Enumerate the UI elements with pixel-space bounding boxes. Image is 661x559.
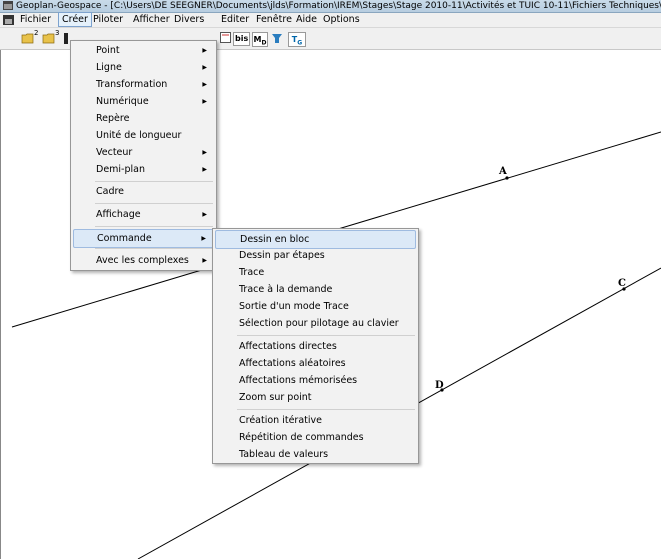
menu-item-label: Vecteur bbox=[96, 147, 133, 158]
menu-separator bbox=[237, 335, 415, 336]
menu-item-label: Numérique bbox=[96, 96, 149, 107]
menu-item-numerique[interactable]: Numérique ▶ bbox=[71, 93, 216, 110]
menu-item-commande[interactable]: Commande ▶ bbox=[73, 229, 214, 248]
submenu-item-label: Trace bbox=[239, 267, 265, 278]
menu-item-label: Avec les complexes bbox=[96, 255, 189, 266]
submenu-item-label: Répétition de commandes bbox=[239, 432, 364, 443]
menu-item-demi-plan[interactable]: Demi-plan ▶ bbox=[71, 161, 216, 178]
menu-item-transformation[interactable]: Transformation ▶ bbox=[71, 76, 216, 93]
submenu-arrow-icon: ▶ bbox=[202, 211, 207, 218]
submenu-arrow-icon: ▶ bbox=[202, 47, 207, 54]
submenu-arrow-icon: ▶ bbox=[202, 98, 207, 105]
submenu-arrow-icon: ▶ bbox=[202, 166, 207, 173]
point-a-label: A bbox=[499, 166, 507, 177]
menu-item-ligne[interactable]: Ligne ▶ bbox=[71, 59, 216, 76]
submenu-item-label: Sélection pour pilotage au clavier bbox=[239, 318, 399, 329]
creer-menu: Point ▶ Ligne ▶ Transformation ▶ Numérique ▶… bbox=[70, 40, 217, 271]
submenu-item-tableau-de-valeurs[interactable]: Tableau de valeurs bbox=[213, 446, 418, 463]
submenu-item-creation-iterative[interactable]: Création itérative bbox=[213, 412, 418, 429]
menu-item-affichage[interactable]: Affichage ▶ bbox=[71, 206, 216, 223]
menu-item-label: Unité de longueur bbox=[96, 130, 182, 141]
menu-item-label: Point bbox=[96, 45, 120, 56]
menu-separator bbox=[95, 226, 213, 227]
menu-item-label: Demi-plan bbox=[96, 164, 145, 175]
menu-separator bbox=[95, 203, 213, 204]
menu-item-label: Cadre bbox=[96, 186, 125, 197]
menu-item-point[interactable]: Point ▶ bbox=[71, 42, 216, 59]
submenu-item-affectations-memorisees[interactable]: Affectations mémorisées bbox=[213, 372, 418, 389]
menu-item-unite-de-longueur[interactable]: Unité de longueur bbox=[71, 127, 216, 144]
submenu-item-repetition-commandes[interactable]: Répétition de commandes bbox=[213, 429, 418, 446]
submenu-item-label: Affectations aléatoires bbox=[239, 358, 346, 369]
menu-item-vecteur[interactable]: Vecteur ▶ bbox=[71, 144, 216, 161]
submenu-item-dessin-par-etapes[interactable]: Dessin par étapes bbox=[213, 247, 418, 264]
menu-item-avec-les-complexes[interactable]: Avec les complexes ▶ bbox=[71, 252, 216, 269]
commande-submenu: Dessin en bloc Dessin par étapes Trace T… bbox=[212, 228, 419, 464]
menu-item-label: Transformation bbox=[96, 79, 168, 90]
submenu-item-affectations-directes[interactable]: Affectations directes bbox=[213, 338, 418, 355]
submenu-item-label: Affectations directes bbox=[239, 341, 337, 352]
menu-item-label: Affichage bbox=[96, 209, 141, 220]
menu-item-label: Ligne bbox=[96, 62, 122, 73]
submenu-item-label: Trace à la demande bbox=[239, 284, 333, 295]
menu-item-label: Commande bbox=[97, 233, 152, 244]
submenu-item-label: Sortie d'un mode Trace bbox=[239, 301, 349, 312]
point-d-label: D bbox=[435, 380, 444, 391]
submenu-arrow-icon: ▶ bbox=[202, 257, 207, 264]
point-c-label: C bbox=[618, 278, 626, 289]
submenu-arrow-icon: ▶ bbox=[202, 149, 207, 156]
submenu-item-label: Création itérative bbox=[239, 415, 322, 426]
submenu-item-label: Dessin en bloc bbox=[240, 234, 310, 245]
submenu-item-sortie-mode-trace[interactable]: Sortie d'un mode Trace bbox=[213, 298, 418, 315]
submenu-item-affectations-aleatoires[interactable]: Affectations aléatoires bbox=[213, 355, 418, 372]
menu-separator bbox=[95, 181, 213, 182]
menu-item-label: Repère bbox=[96, 113, 130, 124]
menu-separator bbox=[237, 409, 415, 410]
submenu-arrow-icon: ▶ bbox=[202, 81, 207, 88]
submenu-item-label: Zoom sur point bbox=[239, 392, 312, 403]
submenu-arrow-icon: ▶ bbox=[202, 64, 207, 71]
submenu-item-label: Affectations mémorisées bbox=[239, 375, 358, 386]
submenu-item-zoom-sur-point[interactable]: Zoom sur point bbox=[213, 389, 418, 406]
submenu-item-selection-pilotage-clavier[interactable]: Sélection pour pilotage au clavier bbox=[213, 315, 418, 332]
submenu-item-label: Dessin par étapes bbox=[239, 250, 325, 261]
menu-separator bbox=[95, 248, 213, 249]
menu-item-repere[interactable]: Repère bbox=[71, 110, 216, 127]
submenu-item-label: Tableau de valeurs bbox=[239, 449, 329, 460]
submenu-arrow-icon: ▶ bbox=[201, 235, 206, 242]
submenu-item-trace-a-la-demande[interactable]: Trace à la demande bbox=[213, 281, 418, 298]
menu-item-cadre[interactable]: Cadre bbox=[71, 183, 216, 200]
submenu-item-trace[interactable]: Trace bbox=[213, 264, 418, 281]
